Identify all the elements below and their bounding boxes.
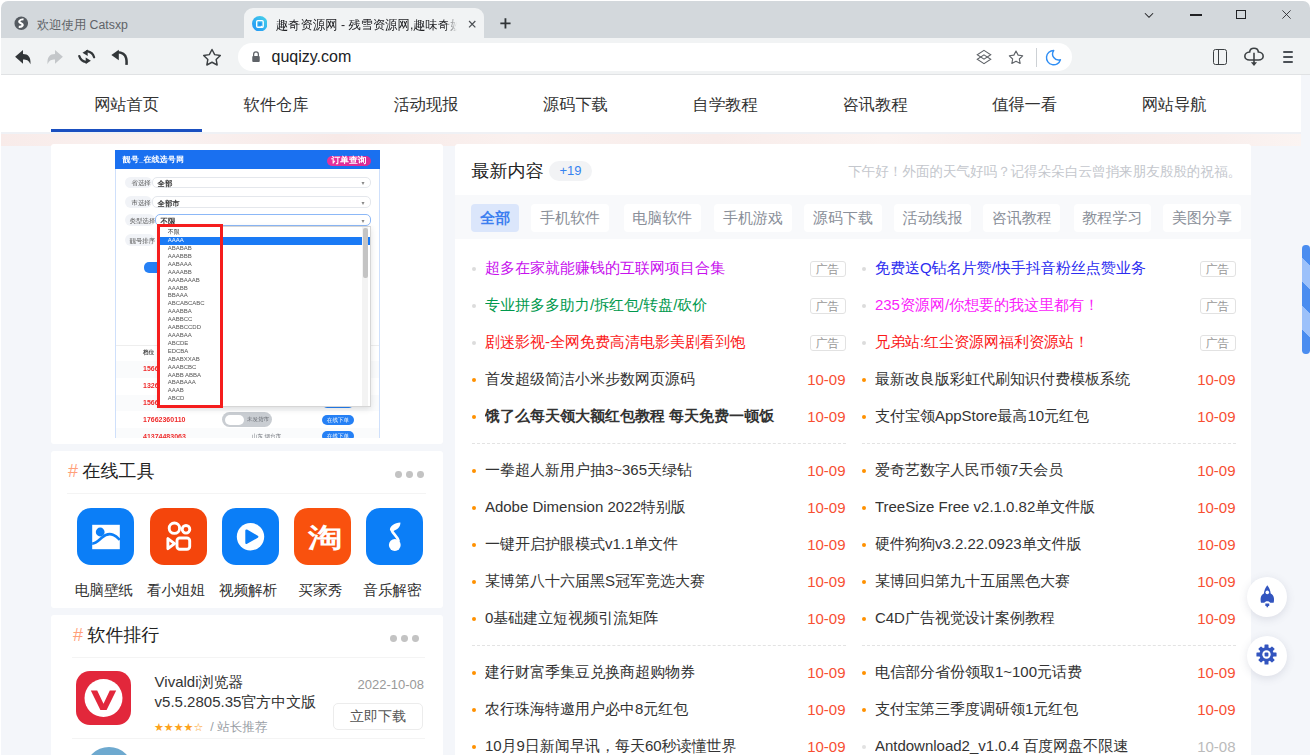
svg-text:淘: 淘 <box>307 523 342 554</box>
